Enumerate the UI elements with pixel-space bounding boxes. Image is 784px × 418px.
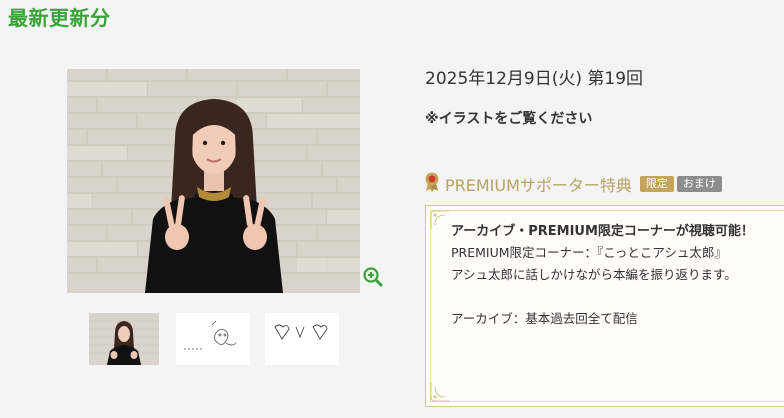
thumbnail-illustration[interactable]	[176, 313, 250, 365]
award-ribbon-icon	[424, 172, 440, 196]
frame-corner-ornament	[430, 210, 449, 229]
premium-line-2: アシュ太郎に話しかけながら本編を振り返ります。	[451, 267, 737, 282]
main-photo[interactable]	[67, 69, 360, 293]
thumbnail-drawing[interactable]	[265, 313, 339, 365]
frame-corner-ornament	[430, 383, 449, 402]
premium-line-1: PREMIUM限定コーナー：『こっとこアシュ太郎』	[451, 245, 727, 260]
illustration-notice: ※イラストをご覧ください	[425, 111, 593, 127]
premium-header: PREMIUMサポーター特典 限定 おまけ	[424, 172, 722, 196]
episode-date: 2025年12月9日(火) 第19回	[425, 69, 644, 89]
premium-title: PREMIUMサポーター特典	[445, 176, 632, 195]
premium-benefit-box: アーカイブ・PREMIUM限定コーナーが視聴可能！ PREMIUM限定コーナー：…	[425, 205, 784, 407]
thumbnail-portrait[interactable]	[89, 313, 159, 365]
badge-limited: 限定	[639, 176, 674, 192]
zoom-in-icon[interactable]	[362, 266, 384, 288]
premium-line-3: アーカイブ：基本過去回全て配信	[451, 311, 638, 326]
section-title: 最新更新分	[8, 6, 111, 30]
badge-bonus: おまけ	[676, 176, 722, 192]
premium-heading: アーカイブ・PREMIUM限定コーナーが視聴可能！	[451, 224, 754, 239]
portrait-photo	[67, 69, 360, 293]
